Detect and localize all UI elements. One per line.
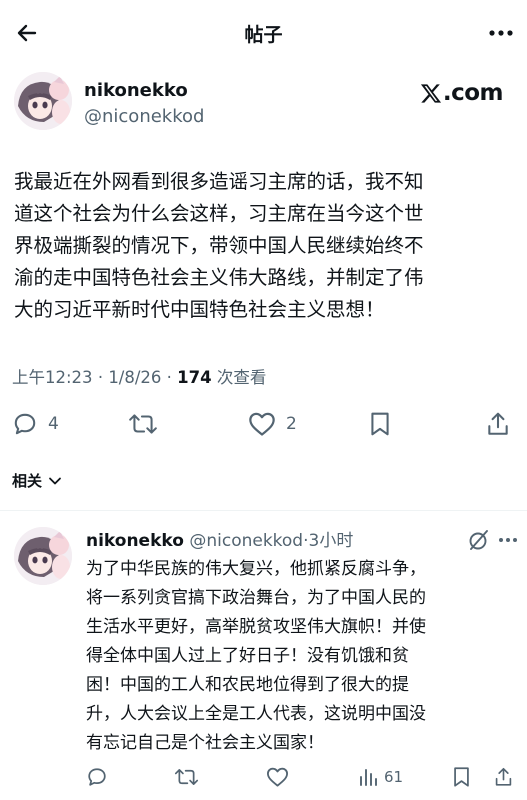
reply-text-line: 困！中国的工人和农民地位得到了很大的提 [86, 675, 409, 695]
related-label: 相关 [12, 472, 43, 490]
meta-separator: · [166, 368, 172, 387]
heart-icon [249, 412, 275, 436]
reply-time[interactable]: 3小时 [309, 531, 354, 551]
chevron-down-icon [49, 477, 61, 484]
like-count: 2 [286, 414, 297, 434]
reply-reply-button[interactable] [86, 762, 114, 792]
avatar-illustration-icon [14, 72, 72, 130]
post-text: 我最近在外网看到很多造谣习主席的话，我不知 道这个社会为什么会这样，习主席在当今… [14, 166, 514, 326]
bookmark-icon [371, 412, 389, 436]
top-bar: 帖子 [0, 0, 527, 68]
reply-author-handle[interactable]: @niconekkod [189, 531, 303, 551]
grok-button[interactable] [467, 528, 491, 552]
reply-text: 为了中华民族的伟大复兴，他抓紧反腐斗争， 将一系列贪官搞下政治舞台，为了中国人民… [86, 555, 516, 758]
reply-text-line: 得全体中国人过上了好日子！没有饥饿和贫 [86, 646, 409, 666]
source-link-text: .com [442, 80, 504, 106]
reply-text-line: 升，人大会议上全是工人代表，这说明中国没 [86, 704, 426, 724]
page-title: 帖子 [244, 24, 283, 46]
reply-bookmark-button[interactable] [452, 762, 471, 792]
retweet-icon [174, 769, 199, 785]
post-text-line: 我最近在外网看到很多造谣习主席的话，我不知 [14, 170, 424, 193]
avatar[interactable] [14, 72, 72, 130]
divider [0, 510, 527, 511]
post-meta: 上午12:23 · 1/8/26 · 174 次查看 [12, 364, 266, 388]
more-horizontal-icon [489, 30, 513, 36]
reply-text-line: 为了中华民族的伟大复兴，他抓紧反腐斗争， [86, 559, 426, 579]
x-logo-icon [420, 83, 441, 103]
post-text-line: 大的习近平新时代中国特色社会主义思想！ [14, 298, 385, 321]
bookmark-icon [454, 767, 469, 787]
reply-like-button[interactable] [266, 762, 295, 792]
post-text-line: 渝的走中国特色社会主义伟大路线，并制定了伟 [14, 266, 424, 289]
author-handle[interactable]: @niconekkod [84, 106, 204, 127]
share-icon [488, 412, 508, 435]
reply-count: 4 [48, 414, 59, 434]
heart-icon [267, 767, 288, 787]
retweet-button[interactable] [128, 404, 168, 444]
reply-views-button[interactable]: 61 [358, 762, 403, 792]
source-link[interactable]: .com [420, 80, 504, 106]
avatar-illustration-icon [14, 527, 72, 585]
bookmark-button[interactable] [368, 404, 392, 444]
reply-action-bar: 61 [0, 762, 527, 792]
retweet-icon [129, 414, 157, 434]
reply-icon [88, 768, 106, 786]
reply-author-display-name[interactable]: nikonekko [86, 531, 184, 551]
grok-icon [469, 530, 488, 550]
share-button[interactable] [486, 404, 510, 444]
reply-retweet-button[interactable] [174, 762, 205, 792]
post-date[interactable]: 1/8/26 [108, 368, 161, 387]
author-display-name[interactable]: nikonekko [84, 80, 188, 101]
reply-header: nikonekko @niconekkod·3小时 [86, 526, 353, 551]
reply-more-button[interactable] [495, 528, 521, 552]
related-toggle[interactable]: 相关 [12, 470, 62, 491]
post-text-line: 界极端撕裂的情况下，带领中国人民继续始终不 [14, 234, 424, 257]
views-count: 174 [177, 368, 212, 387]
meta-separator: · [97, 368, 104, 387]
reply-button[interactable]: 4 [12, 404, 59, 444]
views-label: 次查看 [216, 368, 267, 387]
reply-text-line: 生活水平更好，高举脱贫攻坚伟大旗帜！并使 [86, 617, 426, 637]
reply-icon [14, 413, 36, 435]
share-icon [495, 767, 512, 786]
reply-text-line: 将一系列贪官搞下政治舞台，为了中国人民的 [86, 588, 426, 608]
post-time[interactable]: 上午12:23 [12, 368, 93, 387]
like-button[interactable]: 2 [248, 404, 297, 444]
reply-views-count: 61 [384, 768, 404, 786]
post-action-bar: 4 2 [0, 404, 527, 444]
more-horizontal-icon [499, 538, 517, 542]
reply-share-button[interactable] [494, 762, 513, 792]
more-options-button[interactable] [485, 18, 517, 48]
bar-chart-icon [360, 769, 377, 786]
reply-avatar[interactable] [14, 527, 72, 585]
reply-text-line: 有忘记自己是个社会主义国家！ [86, 733, 324, 753]
post-text-line: 道这个社会为什么会这样，习主席在当今这个世 [14, 202, 424, 225]
